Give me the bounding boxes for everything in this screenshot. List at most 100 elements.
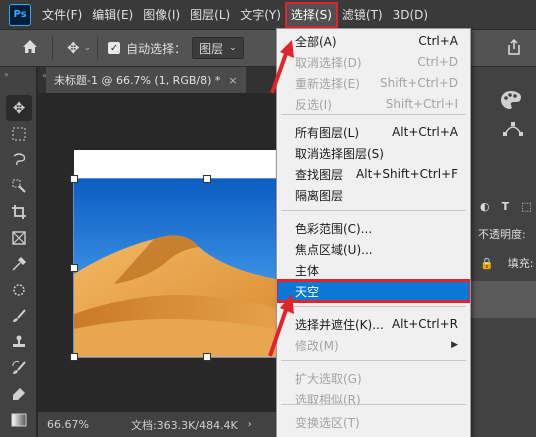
menu-item-shortcut: Ctrl+D <box>417 55 458 69</box>
transform-handle[interactable] <box>70 264 78 272</box>
menu-item-5-0[interactable]: 变换选区(T) <box>277 412 470 432</box>
shape-filter-icon[interactable]: ⬚ <box>521 200 531 213</box>
paths-icon[interactable] <box>502 118 524 141</box>
opacity-label: 不透明度: <box>478 228 526 241</box>
chevron-down-icon: ⌄ <box>229 43 237 53</box>
menu-item-label: 取消选择(D) <box>295 55 362 70</box>
menu-item-label: 所有图层(L) <box>295 125 360 140</box>
menu-item-label: 取消选择图层(S) <box>295 146 384 161</box>
auto-select-checkbox[interactable]: ✓ <box>108 42 121 54</box>
menu-bar: Ps 文件(F) 编辑(E) 图像(I) 图层(L) 文字(Y) 选择(S) 滤… <box>0 0 536 29</box>
menu-divider <box>281 404 466 405</box>
lock-icon[interactable]: 🔒 <box>480 257 494 270</box>
document-title: 未标题-1 @ 66.7% (1, RGB/8) * <box>54 74 221 87</box>
menu-edit[interactable]: 编辑(E) <box>87 3 138 27</box>
tools-panel: » ✥ <box>0 67 37 437</box>
menu-item-label: 扩大选取(G) <box>295 371 362 386</box>
menu-item-4-1[interactable]: 选取相似(R) <box>277 389 470 409</box>
menu-item-label: 反选(I) <box>295 97 332 112</box>
menu-item-3-0[interactable]: 选择并遮住(K)... Alt+Ctrl+R <box>277 314 470 334</box>
annotation-arrow <box>268 294 294 357</box>
clone-stamp-tool-icon[interactable] <box>6 329 32 355</box>
healing-brush-tool-icon[interactable] <box>6 277 32 303</box>
menu-item-0-3[interactable]: 反选(I) Shift+Ctrl+I <box>277 94 470 114</box>
menu-item-shortcut: Shift+Ctrl+D <box>380 76 458 90</box>
brush-tool-icon[interactable] <box>6 303 32 329</box>
menu-item-shortcut: Alt+Shift+Ctrl+F <box>356 167 458 181</box>
menu-image[interactable]: 图像(I) <box>138 3 185 27</box>
menu-item-3-1[interactable]: 修改(M) ▶ <box>277 335 470 355</box>
white-background-layer <box>74 150 276 181</box>
eraser-tool-icon[interactable] <box>6 381 32 407</box>
share-icon[interactable] <box>506 38 522 60</box>
menu-item-label: 变换选区(T) <box>295 415 360 430</box>
menu-item-2-2[interactable]: 主体 <box>277 260 470 280</box>
menu-file[interactable]: 文件(F) <box>37 3 87 27</box>
lasso-tool-icon[interactable] <box>6 147 32 173</box>
menu-item-0-0[interactable]: 全部(A) Ctrl+A <box>277 31 470 51</box>
menu-divider <box>281 210 466 211</box>
collapse-icon[interactable]: « <box>42 71 47 80</box>
fill-label: 填充: <box>507 257 534 270</box>
menu-type[interactable]: 文字(Y) <box>235 3 286 27</box>
status-bar: 66.67% 文档:363.3K/484.4K › <box>38 411 276 437</box>
eyedropper-tool-icon[interactable] <box>6 251 32 277</box>
menu-layer[interactable]: 图层(L) <box>185 3 235 27</box>
zoom-level[interactable]: 66.67% <box>47 418 89 431</box>
menu-item-shortcut: Ctrl+A <box>418 34 458 48</box>
layer-row-selected[interactable] <box>470 281 536 318</box>
menu-divider <box>281 114 466 115</box>
gradient-tool-icon[interactable] <box>6 407 32 433</box>
menu-divider <box>281 306 466 307</box>
layer-filter-row: ◐ T ⬚ <box>470 191 532 221</box>
menu-item-4-0[interactable]: 扩大选取(G) <box>277 368 470 388</box>
chevron-down-icon[interactable]: ⌄ <box>84 43 92 53</box>
menu-item-2-1[interactable]: 焦点区域(U)... <box>277 239 470 259</box>
palette-icon[interactable] <box>500 90 522 113</box>
auto-select-dropdown[interactable]: 图层 ⌄ <box>192 37 244 59</box>
menu-item-0-1[interactable]: 取消选择(D) Ctrl+D <box>277 52 470 72</box>
menu-item-1-1[interactable]: 取消选择图层(S) <box>277 143 470 163</box>
transform-handle[interactable] <box>203 175 211 183</box>
menu-item-1-3[interactable]: 隔离图层 <box>277 185 470 205</box>
quick-select-tool-icon[interactable] <box>6 173 32 199</box>
crop-tool-icon[interactable] <box>6 199 32 225</box>
menu-item-2-3[interactable]: 天空 <box>277 279 470 303</box>
submenu-arrow-icon: ▶ <box>451 340 458 350</box>
menu-item-label: 主体 <box>295 263 320 278</box>
type-filter-icon[interactable]: T <box>502 200 510 213</box>
menu-item-shortcut: Alt+Ctrl+R <box>391 317 458 331</box>
menu-item-label: 色彩范围(C)... <box>295 221 373 236</box>
menu-item-2-0[interactable]: 色彩范围(C)... <box>277 218 470 238</box>
transform-handle[interactable] <box>203 353 211 361</box>
transform-handle[interactable] <box>70 175 78 183</box>
select-menu: 全部(A) Ctrl+A 取消选择(D) Ctrl+D 重新选择(E) Shift+Ctr… <box>276 28 471 437</box>
menu-item-shortcut: Alt+Ctrl+A <box>392 125 458 139</box>
menu-3d[interactable]: 3D(D) <box>388 3 433 27</box>
menu-item-label: 焦点区域(U)... <box>295 242 373 257</box>
menu-filter[interactable]: 滤镜(T) <box>337 3 388 27</box>
marquee-tool-icon[interactable] <box>6 121 32 147</box>
desert-photo[interactable] <box>73 178 277 358</box>
collapse-icon[interactable]: » <box>4 70 9 79</box>
menu-item-label: 隔离图层 <box>295 188 344 203</box>
document-tab[interactable]: 未标题-1 @ 66.7% (1, RGB/8) * × <box>46 67 246 93</box>
frame-tool-icon[interactable] <box>6 225 32 251</box>
home-icon[interactable] <box>22 39 38 58</box>
menu-item-label: 重新选择(E) <box>295 76 360 91</box>
move-tool-icon[interactable]: ✥ <box>67 39 80 57</box>
chevron-right-icon[interactable]: › <box>248 419 252 430</box>
fill-row: 🔒 填充: <box>470 248 533 278</box>
auto-select-label: 自动选择： <box>126 41 187 56</box>
move-tool-icon[interactable]: ✥ <box>6 95 32 121</box>
menu-item-0-2[interactable]: 重新选择(E) Shift+Ctrl+D <box>277 73 470 93</box>
menu-item-1-2[interactable]: 查找图层 Alt+Shift+Ctrl+F <box>277 164 470 184</box>
adjustment-filter-icon[interactable]: ◐ <box>480 200 490 213</box>
menu-item-1-0[interactable]: 所有图层(L) Alt+Ctrl+A <box>277 122 470 142</box>
menu-select[interactable]: 选择(S) <box>284 1 338 28</box>
photoshop-logo: Ps <box>9 3 31 26</box>
menu-divider <box>281 360 466 361</box>
transform-handle[interactable] <box>70 353 78 361</box>
history-brush-tool-icon[interactable] <box>6 355 32 381</box>
close-icon[interactable]: × <box>228 74 237 87</box>
